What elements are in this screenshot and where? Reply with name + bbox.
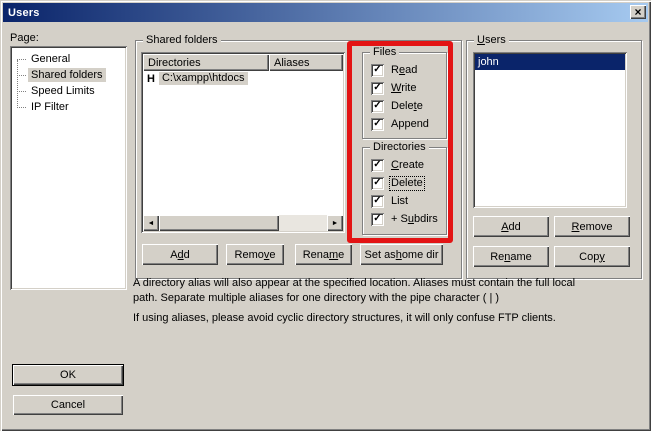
scroll-right-button[interactable]: ►	[327, 215, 343, 231]
listview-header: Directories Aliases	[143, 54, 343, 71]
users-remove-button[interactable]: Remove	[554, 216, 630, 237]
checkmark-icon: ✓	[373, 214, 381, 224]
checkbox-icon[interactable]: ✓	[371, 64, 384, 77]
arrow-right-icon: ►	[332, 220, 339, 227]
checkmark-icon: ✓	[373, 160, 381, 170]
page-tree[interactable]: General Shared folders Speed Limits IP F…	[10, 46, 127, 290]
checkmark-icon: ✓	[373, 178, 381, 188]
sidebar-item-label: IP Filter	[28, 100, 72, 114]
checkbox-write[interactable]: ✓ Write	[371, 81, 417, 95]
checkmark-icon: ✓	[373, 196, 381, 206]
tree-dash-icon	[17, 75, 26, 76]
tree-dash-icon	[17, 91, 26, 92]
sidebar-item-label: Speed Limits	[28, 84, 98, 98]
sidebar-item-label-selected: Shared folders	[28, 68, 106, 82]
sidebar-item-speed-limits[interactable]: Speed Limits	[12, 83, 125, 99]
home-flag: H	[147, 73, 155, 85]
column-header-directories[interactable]: Directories	[143, 54, 269, 71]
checkbox-create[interactable]: ✓ Create	[371, 158, 425, 172]
scrollbar-thumb[interactable]	[159, 215, 279, 231]
checkbox-label: Append	[390, 118, 430, 131]
checkbox-label: Delete	[390, 100, 424, 113]
checkbox-label: List	[390, 195, 409, 208]
close-icon: ×	[634, 6, 641, 18]
users-listbox[interactable]: john	[473, 52, 627, 208]
cancel-button[interactable]: Cancel	[13, 395, 123, 415]
checkmark-icon: ✓	[373, 119, 381, 129]
checkmark-icon: ✓	[373, 101, 381, 111]
checkbox-read[interactable]: ✓ Read	[371, 63, 418, 77]
checkbox-label: Write	[390, 82, 417, 95]
page-label: Page:	[10, 32, 39, 44]
directory-path: C:\xampp\htdocs	[159, 72, 248, 85]
sidebar-item-general[interactable]: General	[12, 51, 125, 67]
checkbox-label: + Subdirs	[390, 213, 439, 226]
tree-dash-icon	[17, 59, 26, 60]
shared-remove-button[interactable]: Remove	[226, 244, 284, 265]
close-button[interactable]: ×	[630, 5, 646, 19]
checkbox-subdirs[interactable]: ✓ + Subdirs	[371, 212, 439, 226]
checkbox-label-focused: Delete	[390, 177, 424, 190]
checkbox-label: Read	[390, 64, 418, 77]
checkbox-icon[interactable]: ✓	[371, 159, 384, 172]
checkmark-icon: ✓	[373, 83, 381, 93]
users-copy-button[interactable]: Copy	[554, 246, 630, 267]
list-item-user-selected[interactable]: john	[475, 54, 625, 70]
users-group-label: Users	[474, 34, 509, 47]
checkbox-icon[interactable]: ✓	[371, 118, 384, 131]
title-bar[interactable]: Users	[3, 3, 648, 22]
shared-folders-listview[interactable]: Directories Aliases H C:\xampp\htdocs ◄ …	[141, 52, 345, 233]
shared-folders-group-label: Shared folders	[143, 34, 221, 47]
checkbox-append[interactable]: ✓ Append	[371, 117, 430, 131]
checkbox-icon[interactable]: ✓	[371, 195, 384, 208]
sidebar-item-label: General	[28, 52, 73, 66]
checkbox-icon[interactable]: ✓	[371, 82, 384, 95]
window-title: Users	[3, 7, 40, 19]
alias-info-text: A directory alias will also appear at th…	[133, 276, 648, 306]
checkbox-list[interactable]: ✓ List	[371, 194, 409, 208]
ok-button[interactable]: OK	[13, 365, 123, 385]
checkbox-delete-dirs[interactable]: ✓ Delete	[371, 176, 424, 190]
directories-group: Directories ✓ Create ✓ Delete ✓ List ✓ +…	[362, 147, 447, 235]
sidebar-item-ip-filter[interactable]: IP Filter	[12, 99, 125, 115]
shared-rename-button[interactable]: Rename	[295, 244, 352, 265]
checkbox-icon[interactable]: ✓	[371, 213, 384, 226]
scroll-left-button[interactable]: ◄	[143, 215, 159, 231]
files-group-label: Files	[370, 46, 399, 59]
arrow-left-icon: ◄	[148, 220, 155, 227]
checkbox-icon[interactable]: ✓	[371, 177, 384, 190]
table-row[interactable]: H C:\xampp\htdocs	[143, 71, 343, 86]
users-rename-button[interactable]: Rename	[473, 246, 549, 267]
cyclic-warning-text: If using aliases, please avoid cyclic di…	[133, 311, 648, 326]
set-as-home-dir-button[interactable]: Set as home dir	[360, 244, 443, 265]
files-group: Files ✓ Read ✓ Write ✓ Delete ✓ Append	[362, 52, 447, 139]
tree-dash-icon	[17, 107, 26, 108]
checkmark-icon: ✓	[373, 65, 381, 75]
checkbox-label: Create	[390, 159, 425, 172]
directories-group-label: Directories	[370, 141, 429, 154]
sidebar-item-shared-folders[interactable]: Shared folders	[12, 67, 125, 83]
users-add-button[interactable]: Add	[473, 216, 549, 237]
checkbox-icon[interactable]: ✓	[371, 100, 384, 113]
shared-add-button[interactable]: Add	[142, 244, 218, 265]
checkbox-delete-files[interactable]: ✓ Delete	[371, 99, 424, 113]
horizontal-scrollbar[interactable]: ◄ ►	[143, 215, 343, 231]
column-header-aliases[interactable]: Aliases	[269, 54, 343, 71]
